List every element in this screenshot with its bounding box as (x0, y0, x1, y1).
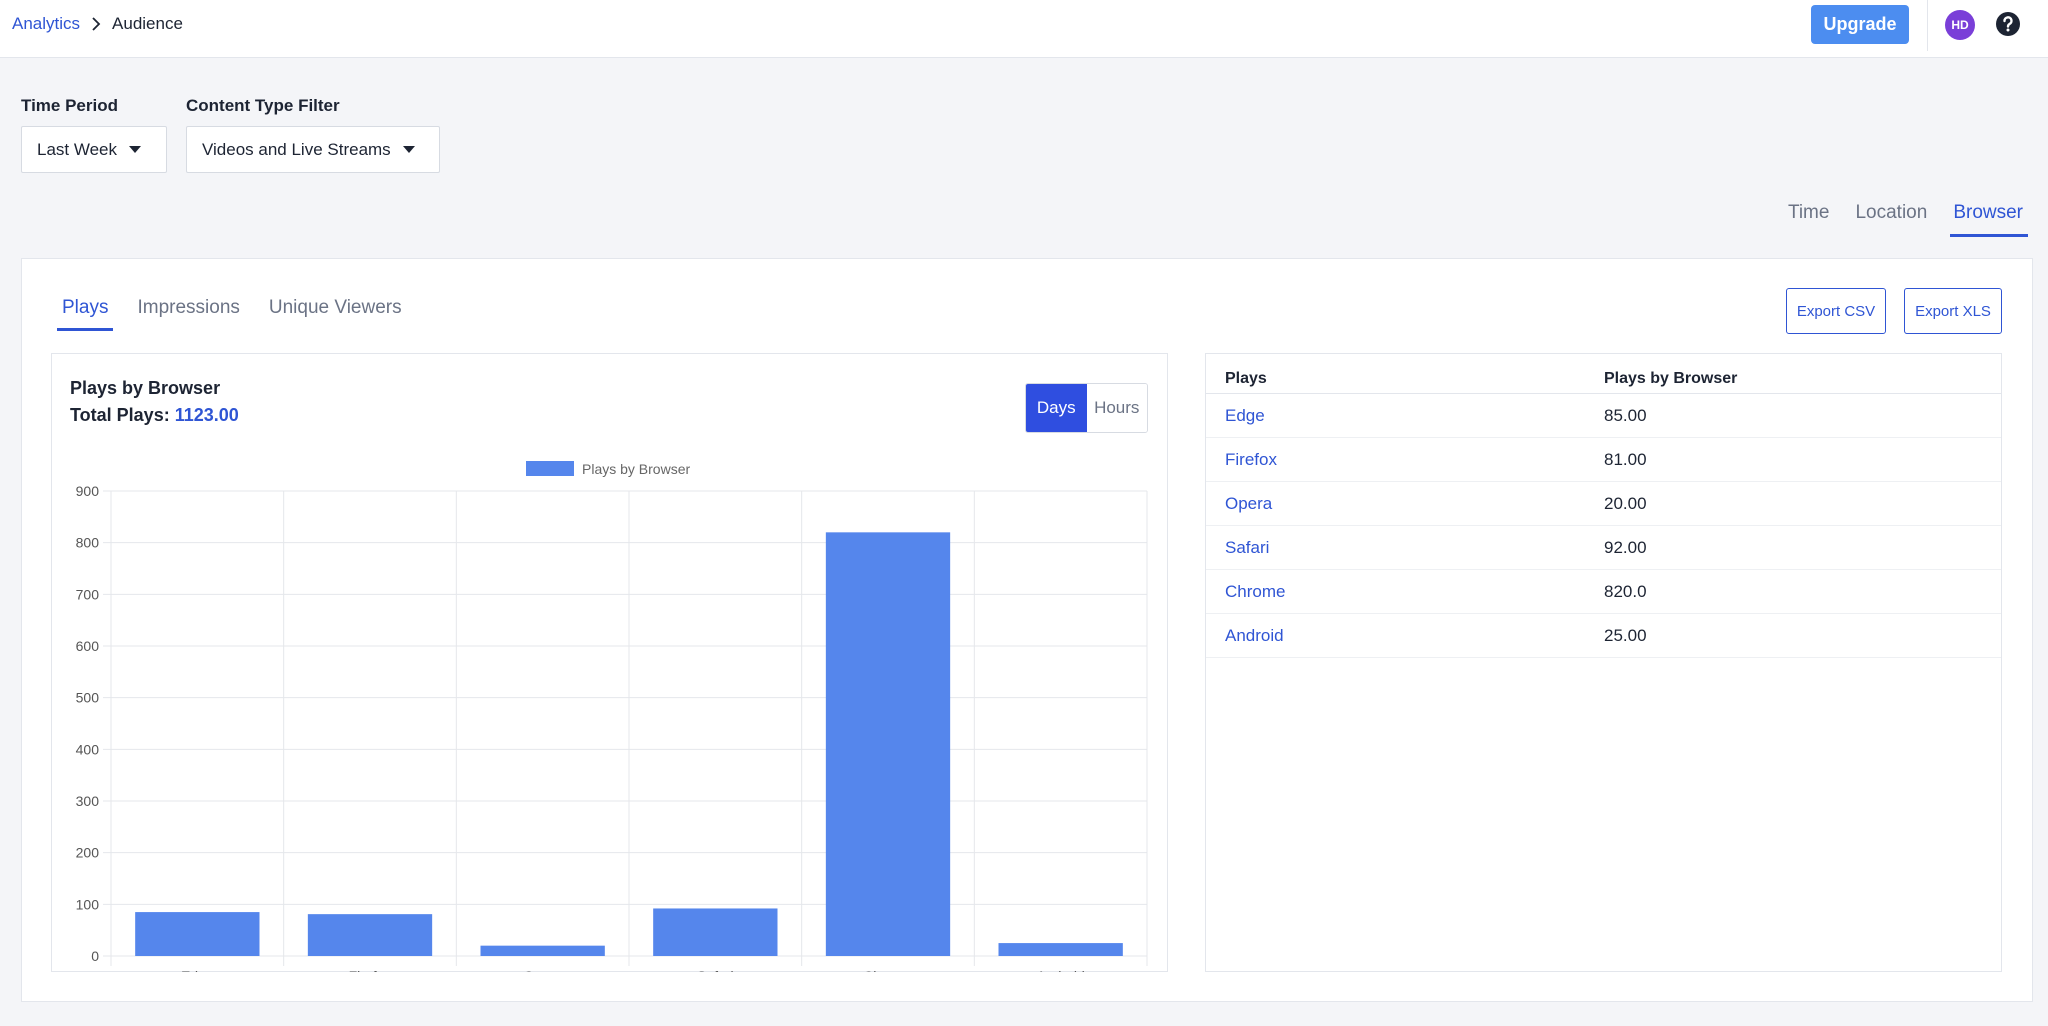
caret-down-icon (402, 146, 415, 153)
time-period-dropdown[interactable]: Last Week (21, 126, 167, 173)
y-tick-label: 100 (76, 896, 100, 912)
x-tick-label: Chrome (863, 968, 913, 972)
table-row: Android 25.00 (1206, 614, 2001, 658)
content-type-label: Content Type Filter (186, 96, 340, 115)
y-tick-label: 500 (76, 690, 100, 706)
breadcrumb-analytics-link[interactable]: Analytics (12, 14, 80, 34)
chart-panel: Plays by Browser Total Plays: 1123.00 Da… (51, 353, 1168, 972)
bar-opera (480, 945, 605, 956)
browser-link-firefox[interactable]: Firefox (1206, 450, 1604, 470)
plays-value: 25.00 (1604, 625, 1647, 645)
plays-table: Plays Plays by Browser Edge 85.00 Firefo… (1205, 353, 2002, 972)
y-tick-label: 700 (76, 586, 100, 602)
metric-tabs: Plays Impressions Unique Viewers (56, 297, 431, 331)
browser-link-opera[interactable]: Opera (1206, 494, 1604, 514)
content-type-value: Videos and Live Streams (202, 139, 391, 159)
view-tabs: Time Location Browser (1762, 200, 2028, 240)
export-xls-button[interactable]: Export XLS (1904, 288, 2002, 334)
bar-chrome (825, 532, 951, 956)
caret-down-icon (129, 146, 142, 153)
plays-value: 92.00 (1604, 537, 1647, 557)
column-header-plays: Plays (1225, 370, 1267, 387)
browser-link-edge[interactable]: Edge (1206, 406, 1604, 426)
y-tick-label: 400 (76, 741, 100, 757)
granularity-toggle: Days Hours (1025, 383, 1148, 433)
table-row: Opera 20.00 (1206, 482, 2001, 526)
x-tick-label: Edge (181, 968, 214, 972)
y-tick-label: 600 (76, 638, 100, 654)
x-tick-label: Firefox (349, 968, 392, 972)
tab-plays[interactable]: Plays (56, 297, 114, 331)
breadcrumb: Analytics Audience (12, 14, 183, 34)
plays-value: 820.0 (1604, 581, 1647, 601)
browser-link-safari[interactable]: Safari (1206, 538, 1604, 558)
bar-firefox (307, 914, 433, 956)
bar-safari (653, 908, 778, 956)
top-bar: Analytics Audience Upgrade HD (0, 0, 2048, 58)
tab-unique-viewers[interactable]: Unique Viewers (269, 297, 402, 331)
y-tick-label: 900 (76, 483, 100, 499)
tab-impressions[interactable]: Impressions (137, 297, 239, 331)
browser-link-chrome[interactable]: Chrome (1206, 582, 1604, 602)
bar-chart: 0 100 200 300 400 500 600 700 800 900 Edge Firefox O… (76, 461, 1148, 972)
chevron-right-icon (86, 14, 106, 34)
tab-time[interactable]: Time (1788, 200, 1830, 240)
table-row: Safari 92.00 (1206, 526, 2001, 570)
table-row: Firefox 81.00 (1206, 438, 2001, 482)
total-plays-label: Total Plays: (70, 405, 170, 425)
hours-toggle-button[interactable]: Hours (1086, 384, 1147, 432)
export-csv-button[interactable]: Export CSV (1786, 288, 1886, 334)
avatar[interactable]: HD (1945, 10, 1975, 40)
time-period-value: Last Week (37, 139, 118, 159)
total-plays-value: 1123.00 (174, 405, 239, 425)
upgrade-button[interactable]: Upgrade (1811, 5, 1909, 44)
plays-value: 85.00 (1604, 405, 1647, 425)
y-tick-label: 300 (76, 793, 100, 809)
legend-label: Plays by Browser (582, 461, 690, 477)
topbar-divider (1927, 0, 1928, 51)
time-period-label: Time Period (21, 96, 118, 115)
breadcrumb-current: Audience (112, 14, 183, 33)
column-header-plays-by-browser: Plays by Browser (1604, 370, 1738, 387)
bar-android (998, 943, 1123, 956)
total-plays: Total Plays: 1123.00 (70, 405, 239, 426)
help-icon[interactable] (1994, 10, 2022, 38)
browser-link-android[interactable]: Android (1206, 626, 1604, 646)
chart-title: Plays by Browser (70, 378, 221, 398)
tab-browser[interactable]: Browser (1950, 200, 2028, 240)
x-tick-label: Opera (523, 968, 562, 972)
content-type-dropdown[interactable]: Videos and Live Streams (186, 126, 440, 173)
table-header: Plays Plays by Browser (1206, 354, 2001, 394)
legend-swatch (526, 461, 574, 476)
table-row: Chrome 820.0 (1206, 570, 2001, 614)
plays-value: 20.00 (1604, 493, 1647, 513)
y-tick-label: 0 (91, 948, 99, 964)
plays-value: 81.00 (1604, 449, 1647, 469)
tab-location[interactable]: Location (1855, 200, 1927, 240)
x-tick-label: Android (1037, 968, 1085, 972)
y-tick-label: 200 (76, 845, 100, 861)
table-row: Edge 85.00 (1206, 394, 2001, 438)
days-toggle-button[interactable]: Days (1026, 384, 1087, 432)
y-tick-label: 800 (76, 535, 100, 551)
bar-edge (135, 912, 260, 956)
analytics-card: Plays Impressions Unique Viewers Export … (21, 258, 2033, 1002)
x-tick-label: Safari (697, 968, 734, 972)
